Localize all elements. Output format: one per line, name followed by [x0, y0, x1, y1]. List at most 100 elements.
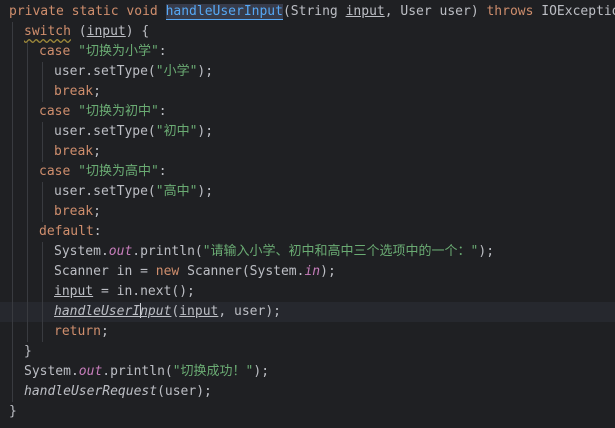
code-token: break: [54, 144, 94, 159]
code-line[interactable]: break;: [0, 142, 615, 162]
code-token: user.setType(: [54, 184, 156, 199]
code-token: ;: [93, 84, 101, 99]
code-token: "小学": [155, 64, 198, 79]
code-line[interactable]: case "切换为初中":: [0, 102, 615, 122]
code-token: handleUserRequest: [24, 384, 158, 399]
code-token: switch: [24, 24, 71, 39]
code-text: case "切换为小学":: [39, 42, 167, 62]
code-line[interactable]: }: [0, 402, 615, 422]
code-text: case "切换为高中":: [39, 162, 167, 182]
code-text: return;: [54, 322, 109, 342]
code-text: user.setType("初中");: [54, 122, 213, 142]
code-token: .println(: [132, 244, 203, 259]
code-token: new: [155, 264, 188, 279]
code-text: break;: [54, 82, 101, 102]
code-token: );: [320, 264, 336, 279]
code-line[interactable]: System.out.println("切换成功！");: [0, 362, 615, 382]
code-line[interactable]: return;: [0, 322, 615, 342]
code-token: :: [158, 44, 167, 59]
code-text: System.out.println("切换成功！");: [24, 362, 269, 382]
code-text: }: [9, 402, 17, 422]
code-text: }: [24, 342, 32, 362]
code-line[interactable]: }: [0, 342, 615, 362]
code-line[interactable]: user.setType("高中");: [0, 182, 615, 202]
code-token: ;: [93, 204, 101, 219]
code-token: ;: [100, 324, 109, 339]
code-token: throws: [486, 4, 542, 19]
code-text: user.setType("高中");: [54, 182, 213, 202]
code-token: :: [158, 164, 167, 179]
code-line[interactable]: System.out.println("请输入小学、初中和高中三个选项中的一个：…: [0, 242, 615, 262]
code-token: default: [39, 224, 94, 239]
code-token: out: [78, 364, 103, 379]
code-line[interactable]: break;: [0, 202, 615, 222]
code-token: , user);: [218, 304, 281, 319]
code-token: handleUserInput: [165, 4, 283, 20]
indent-guide: [12, 22, 13, 402]
code-token: ) {: [125, 24, 150, 39]
code-token: nput: [140, 304, 172, 319]
code-text: break;: [54, 142, 101, 162]
code-token: = in.next();: [93, 284, 195, 299]
code-token: static: [71, 4, 127, 19]
code-line[interactable]: case "切换为高中":: [0, 162, 615, 182]
code-token: }: [24, 344, 32, 359]
code-token: case: [39, 164, 79, 179]
code-token: Scanner(System.: [187, 264, 305, 279]
indent-guide: [42, 62, 43, 102]
code-text: input = in.next();: [54, 282, 195, 302]
code-token: "切换为高中": [78, 164, 159, 179]
code-token: );: [478, 244, 495, 259]
code-token: , User user): [384, 4, 487, 19]
code-token: private: [9, 4, 72, 19]
code-token: "高中": [155, 184, 198, 199]
code-token: ;: [93, 144, 101, 159]
code-token: );: [197, 64, 214, 79]
code-text: break;: [54, 202, 101, 222]
code-token: case: [39, 104, 79, 119]
code-token: input: [54, 284, 94, 299]
code-token: Scanner in =: [54, 264, 156, 279]
code-token: in: [304, 264, 321, 279]
code-token: out: [108, 244, 133, 259]
code-text: default:: [39, 222, 102, 242]
code-token: System.: [24, 364, 79, 379]
code-line[interactable]: default:: [0, 222, 615, 242]
code-token: );: [197, 184, 214, 199]
code-token: }: [9, 404, 17, 419]
code-text: switch (input) {: [24, 22, 149, 42]
code-line[interactable]: private static void handleUserInput(Stri…: [0, 2, 615, 22]
code-text: user.setType("小学");: [54, 62, 213, 82]
code-token: IOException {: [541, 4, 615, 19]
code-token: return: [54, 324, 101, 339]
code-token: (: [70, 24, 87, 39]
indent-guide: [27, 42, 28, 342]
indent-guide: [42, 122, 43, 162]
code-text: Scanner in = new Scanner(System.in);: [54, 262, 336, 282]
code-token: (String: [282, 4, 346, 19]
indent-guide: [42, 182, 43, 222]
code-line[interactable]: user.setType("小学");: [0, 62, 615, 82]
code-token: break: [54, 84, 94, 99]
code-editor[interactable]: private static void handleUserInput(Stri…: [0, 0, 615, 428]
code-token: "请输入小学、初中和高中三个选项中的一个：": [202, 244, 479, 259]
code-token: :: [158, 104, 167, 119]
code-text: System.out.println("请输入小学、初中和高中三个选项中的一个：…: [54, 242, 494, 262]
code-line[interactable]: case "切换为小学":: [0, 42, 615, 62]
code-token: user.setType(: [54, 64, 156, 79]
code-token: handleUserI: [54, 304, 141, 319]
code-token: case: [39, 44, 79, 59]
code-token: "初中": [155, 124, 198, 139]
code-line[interactable]: user.setType("初中");: [0, 122, 615, 142]
code-token: (user);: [157, 384, 212, 399]
code-text: handleUserInput(input, user);: [54, 302, 281, 322]
code-line[interactable]: break;: [0, 82, 615, 102]
code-line[interactable]: handleUserRequest(user);: [0, 382, 615, 402]
code-token: break: [54, 204, 94, 219]
code-line[interactable]: input = in.next();: [0, 282, 615, 302]
code-text: private static void handleUserInput(Stri…: [9, 2, 615, 22]
code-line[interactable]: handleUserInput(input, user);: [0, 302, 615, 322]
code-token: );: [197, 124, 214, 139]
code-line[interactable]: switch (input) {: [0, 22, 615, 42]
code-line[interactable]: Scanner in = new Scanner(System.in);: [0, 262, 615, 282]
